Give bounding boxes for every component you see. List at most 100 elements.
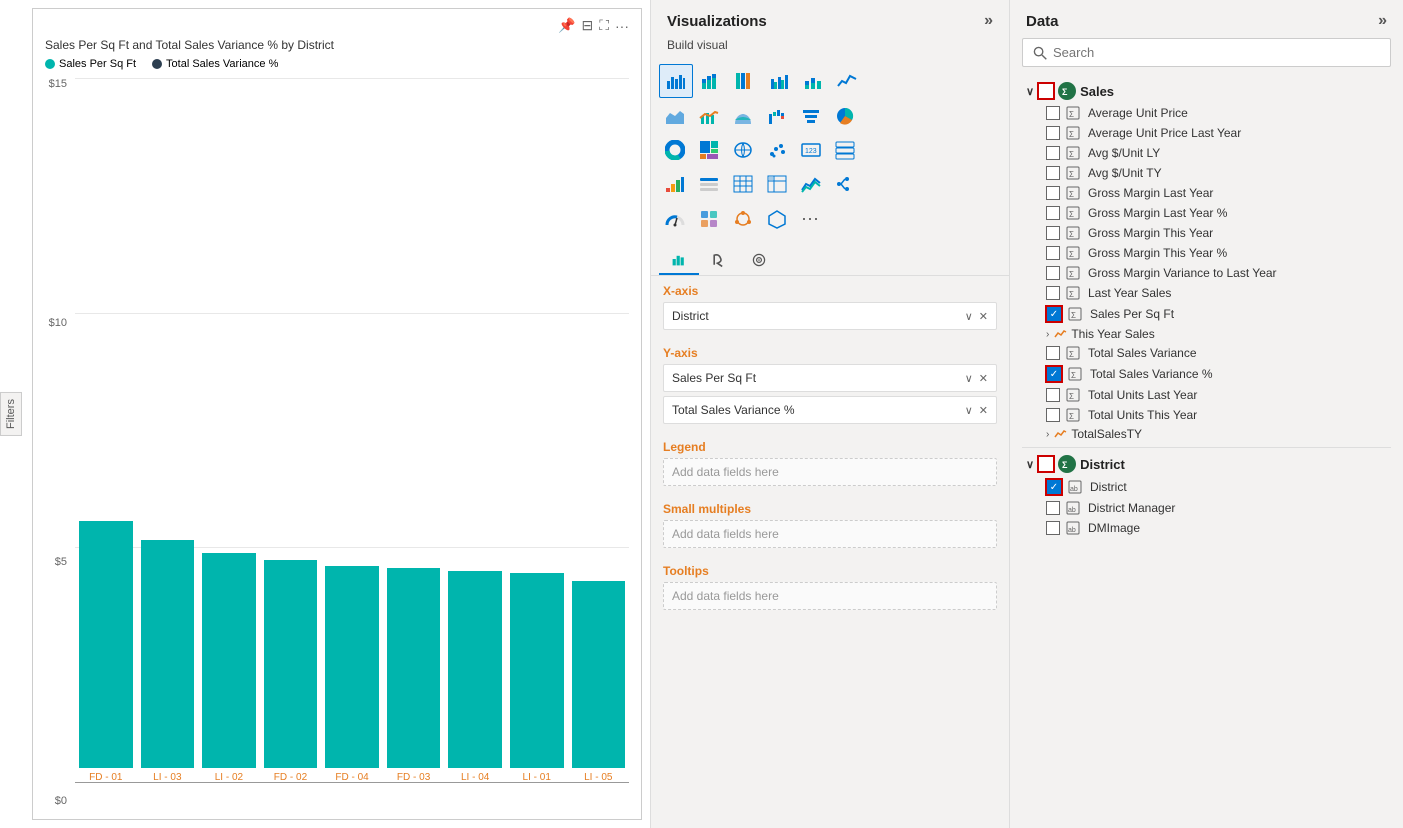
checkbox-avg-unit-ty[interactable]	[1046, 166, 1060, 180]
close-icon-1[interactable]: ✕	[979, 372, 988, 385]
field-total-units-ty[interactable]: Σ Total Units This Year	[1042, 405, 1391, 425]
viz-stacked-col[interactable]	[797, 64, 829, 98]
viz-gauge[interactable]	[659, 202, 691, 235]
pin-icon[interactable]: 📌	[558, 17, 575, 34]
checkbox-avg-unit-price[interactable]	[1046, 106, 1060, 120]
viz-map[interactable]	[727, 134, 759, 166]
bar[interactable]	[264, 560, 318, 768]
viz-area[interactable]	[659, 100, 691, 132]
checkbox-gm-ly-pct[interactable]	[1046, 206, 1060, 220]
bar[interactable]	[572, 581, 626, 768]
data-collapse-icon[interactable]: »	[1378, 12, 1387, 30]
viz-waterfall[interactable]	[761, 100, 793, 132]
field-sales-per-sqft[interactable]: ✓ Σ Sales Per Sq Ft	[1042, 303, 1391, 325]
viz-shape-map[interactable]	[761, 202, 793, 235]
viz-treemap[interactable]	[693, 134, 725, 166]
field-gm-ly[interactable]: Σ Gross Margin Last Year	[1042, 183, 1391, 203]
checkbox-sales-per-sqft[interactable]: ✓	[1046, 306, 1062, 322]
sales-section-checkbox[interactable]	[1038, 83, 1054, 99]
viz-scatter[interactable]	[761, 134, 793, 166]
bar[interactable]	[79, 521, 133, 768]
district-collapse-btn[interactable]: ∨	[1026, 458, 1034, 471]
y-axis-field-box-2[interactable]: Total Sales Variance % ∨ ✕	[663, 396, 997, 424]
viz-clustered-col[interactable]	[763, 64, 795, 98]
field-ly-sales[interactable]: Σ Last Year Sales	[1042, 283, 1391, 303]
chevron-down-icon-2[interactable]: ∨	[965, 404, 973, 417]
bar[interactable]	[510, 573, 564, 768]
sales-section-header[interactable]: ∨ Σ Sales	[1022, 79, 1391, 103]
chevron-down-icon[interactable]: ∨	[965, 310, 973, 323]
chevron-down-icon-1[interactable]: ∨	[965, 372, 973, 385]
y-axis-field-box-1[interactable]: Sales Per Sq Ft ∨ ✕	[663, 364, 997, 392]
checkbox-dmimage[interactable]	[1046, 521, 1060, 535]
viz-ribbon[interactable]	[727, 100, 759, 132]
field-district[interactable]: ✓ ab District	[1042, 476, 1391, 498]
viz-funnel[interactable]	[795, 100, 827, 132]
viz-line-area[interactable]	[795, 168, 827, 200]
tab-analytics[interactable]	[739, 245, 779, 275]
field-gm-ty[interactable]: Σ Gross Margin This Year	[1042, 223, 1391, 243]
viz-matrix[interactable]	[761, 168, 793, 200]
field-avg-unit-price[interactable]: Σ Average Unit Price	[1042, 103, 1391, 123]
viz-100-bar[interactable]	[729, 64, 761, 98]
district-section-checkbox[interactable]	[1038, 456, 1054, 472]
sales-collapse-btn[interactable]: ∨	[1026, 85, 1034, 98]
checkbox-gm-var-ly[interactable]	[1046, 266, 1060, 280]
field-total-units-ly[interactable]: Σ Total Units Last Year	[1042, 385, 1391, 405]
viz-combo[interactable]	[693, 100, 725, 132]
checkbox-ly-sales[interactable]	[1046, 286, 1060, 300]
checkbox-total-sales-var[interactable]	[1046, 346, 1060, 360]
bar[interactable]	[325, 566, 379, 768]
viz-donut[interactable]	[659, 134, 691, 166]
viz-more[interactable]: ···	[795, 202, 825, 235]
checkbox-gm-ty-pct[interactable]	[1046, 246, 1060, 260]
search-input[interactable]	[1053, 45, 1380, 60]
field-gm-ty-pct[interactable]: Σ Gross Margin This Year %	[1042, 243, 1391, 263]
checkbox-total-sales-var-pct[interactable]: ✓	[1046, 366, 1062, 382]
tab-format[interactable]	[699, 245, 739, 275]
checkbox-avg-unit-ly[interactable]	[1046, 146, 1060, 160]
field-gm-var-ly[interactable]: Σ Gross Margin Variance to Last Year	[1042, 263, 1391, 283]
filters-tab[interactable]: Filters	[0, 392, 22, 436]
checkbox-avg-unit-price-ly[interactable]	[1046, 126, 1060, 140]
tooltips-field-box[interactable]: Add data fields here	[663, 582, 997, 610]
bar[interactable]	[141, 540, 195, 768]
checkbox-total-units-ty[interactable]	[1046, 408, 1060, 422]
viz-line[interactable]	[831, 64, 863, 98]
viz-pie[interactable]	[829, 100, 861, 132]
field-total-sales-var-pct[interactable]: ✓ Σ Total Sales Variance %	[1042, 363, 1391, 385]
field-avg-unit-ty[interactable]: Σ Avg $/Unit TY	[1042, 163, 1391, 183]
field-district-manager[interactable]: ab District Manager	[1042, 498, 1391, 518]
tab-build-visual[interactable]	[659, 245, 699, 275]
small-multiples-field-box[interactable]: Add data fields here	[663, 520, 997, 548]
field-dmimage[interactable]: ab DMImage	[1042, 518, 1391, 538]
bar[interactable]	[202, 553, 256, 768]
viz-custom[interactable]	[727, 202, 759, 235]
close-icon-2[interactable]: ✕	[979, 404, 988, 417]
close-icon[interactable]: ✕	[979, 310, 988, 323]
field-total-sales-var[interactable]: Σ Total Sales Variance	[1042, 343, 1391, 363]
bar[interactable]	[448, 571, 502, 768]
viz-multi-row-card[interactable]	[829, 134, 861, 166]
field-avg-unit-ly[interactable]: Σ Avg $/Unit LY	[1042, 143, 1391, 163]
checkbox-gm-ty[interactable]	[1046, 226, 1060, 240]
field-avg-unit-price-ly[interactable]: Σ Average Unit Price Last Year	[1042, 123, 1391, 143]
filter-icon[interactable]: ⊟	[581, 17, 593, 34]
expand-icon[interactable]: ⛶	[599, 17, 609, 34]
viz-decomp-tree[interactable]	[829, 168, 861, 200]
viz-stacked-bar[interactable]	[695, 64, 727, 98]
viz-bar-chart[interactable]	[659, 64, 693, 98]
checkbox-total-units-ly[interactable]	[1046, 388, 1060, 402]
viz-card[interactable]: 123	[795, 134, 827, 166]
viz-report-page[interactable]	[693, 202, 725, 235]
viz-table[interactable]	[727, 168, 759, 200]
checkbox-district[interactable]: ✓	[1046, 479, 1062, 495]
district-section-header[interactable]: ∨ Σ District	[1022, 452, 1391, 476]
viz-collapse-icon[interactable]: »	[984, 12, 993, 30]
checkbox-district-manager[interactable]	[1046, 501, 1060, 515]
this-year-sales-subgroup[interactable]: › This Year Sales	[1042, 325, 1391, 343]
viz-kpi[interactable]	[659, 168, 691, 200]
total-sales-ty-subgroup[interactable]: › TotalSalesTY	[1042, 425, 1391, 443]
checkbox-gm-ly[interactable]	[1046, 186, 1060, 200]
bar[interactable]	[387, 568, 441, 768]
